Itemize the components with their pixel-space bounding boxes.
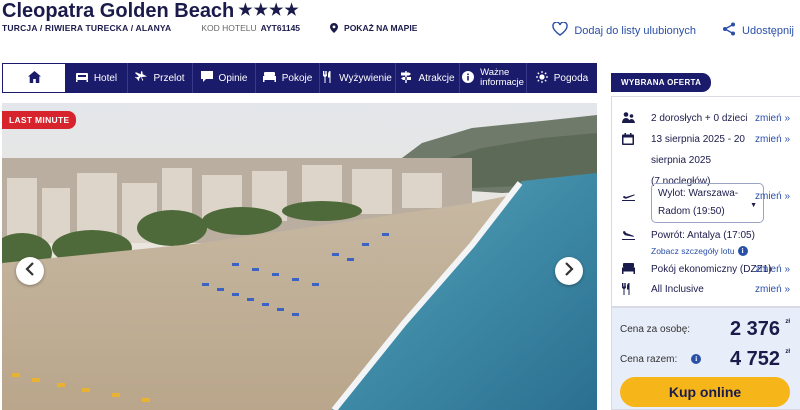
beach-photo-illustration	[2, 103, 597, 410]
chevron-right-icon	[564, 261, 574, 281]
sun-icon	[535, 70, 554, 86]
change-guests-link[interactable]: zmień »	[755, 108, 790, 129]
share-icon	[722, 22, 742, 39]
hotel-meta: TURCJA / RIWIERA TURECKA / ALANYA KOD HO…	[2, 23, 417, 33]
price-total-row: Cena razem: i 4 752 zł	[620, 348, 794, 370]
bed-icon	[622, 263, 635, 276]
calendar-icon	[622, 133, 635, 146]
signpost-icon	[400, 70, 418, 86]
bed-icon	[262, 71, 282, 85]
plane-icon	[135, 71, 153, 85]
cutlery-icon	[622, 283, 635, 296]
change-room-link[interactable]: zmień »	[755, 259, 790, 280]
tab-rooms[interactable]: Pokoje	[256, 63, 320, 93]
chevron-left-icon	[25, 261, 35, 281]
hotel-title: Cleopatra Golden Beach ★★★★	[2, 0, 300, 23]
info-icon	[462, 70, 480, 86]
tab-flight-label: Przelot	[153, 72, 185, 84]
last-minute-badge: LAST MINUTE	[2, 111, 77, 129]
offer-board: All Inclusive	[651, 284, 704, 295]
tab-attractions-label: Atrakcje	[418, 72, 455, 84]
price-total-value: 4 752	[729, 347, 780, 370]
show-on-map-link[interactable]: POKAŻ NA MAPIE	[344, 23, 417, 33]
share-button[interactable]: Udostępnij	[722, 22, 794, 39]
price-per-person-value: 2 376	[729, 317, 780, 340]
tab-board[interactable]: Wyżywienie	[320, 63, 396, 93]
heart-icon	[552, 21, 574, 39]
plane-departure-icon	[622, 190, 635, 203]
tab-important-info-label: Ważne informacje	[480, 67, 524, 88]
change-flight-link[interactable]: zmień »	[755, 186, 790, 207]
change-dates-link[interactable]: zmień »	[755, 129, 790, 150]
offer-room-row: Pokój ekonomiczny (DZZ1) zmień »	[622, 259, 792, 280]
offer-board-row: All Inclusive zmień »	[622, 279, 792, 300]
people-icon	[622, 112, 635, 125]
price-per-person-row: Cena za osobę: 2 376 zł	[620, 318, 794, 340]
add-to-favorites-label: Dodaj do listy ulubionych	[574, 24, 697, 37]
price-summary: Cena za osobę: 2 376 zł Cena razem: i 4 …	[611, 307, 800, 410]
info-icon[interactable]: i	[691, 354, 702, 364]
departure-line2: Radom (19:50)	[658, 206, 725, 217]
gallery-prev-button[interactable]	[16, 257, 44, 285]
hotel-photo	[2, 103, 597, 410]
price-total-label: Cena razem: i	[620, 354, 702, 365]
offer-room: Pokój ekonomiczny (DZZ1)	[651, 264, 772, 275]
hotel-code-value: AYT61145	[260, 23, 301, 33]
plane-arrival-icon	[622, 229, 635, 242]
change-board-link[interactable]: zmień »	[755, 279, 790, 300]
tab-important-info[interactable]: Ważne informacje	[460, 63, 527, 93]
tab-home[interactable]	[2, 63, 66, 93]
tab-reviews[interactable]: Opinie	[193, 63, 256, 93]
bed-icon	[75, 72, 94, 85]
selected-offer-heading: WYBRANA OFERTA	[611, 73, 712, 92]
buy-online-button[interactable]: Kup online	[620, 377, 790, 407]
tab-board-label: Wyżywienie	[339, 72, 392, 84]
tab-hotel[interactable]: Hotel	[66, 63, 128, 93]
offer-details-panel: 2 dorosłych + 0 dzieci zmień » 13 sierpn…	[611, 96, 800, 307]
hotel-code-label: KOD HOTELU	[201, 23, 257, 33]
offer-dates-line2: sierpnia 2025	[651, 155, 712, 166]
price-per-person-label: Cena za osobę:	[620, 323, 691, 335]
speech-bubble-icon	[200, 71, 219, 85]
tab-hotel-label: Hotel	[93, 72, 118, 84]
flight-details-link[interactable]: Zobacz szczegóły lotu i	[651, 246, 748, 256]
header-actions: Dodaj do listy ulubionych Udostępnij	[552, 21, 794, 39]
offer-guests-row: 2 dorosłych + 0 dzieci zmień »	[622, 108, 792, 129]
hotel-nav-bar: Hotel Przelot Opinie Pokoje Wyżywienie A…	[2, 63, 597, 93]
cutlery-icon	[323, 70, 339, 86]
hotel-name: Cleopatra Golden Beach	[2, 0, 235, 22]
tab-attractions[interactable]: Atrakcje	[396, 63, 460, 93]
home-icon	[27, 70, 41, 86]
offer-dates-line1: 13 sierpnia 2025 - 20	[651, 134, 745, 145]
departure-line1: Wylot: Warszawa-	[658, 188, 739, 199]
offer-return: Powrót: Antalya (17:05)	[651, 230, 755, 241]
share-label: Udostępnij	[742, 24, 794, 37]
info-icon: i	[737, 246, 748, 256]
tab-reviews-label: Opinie	[218, 72, 248, 84]
add-to-favorites-button[interactable]: Dodaj do listy ulubionych	[552, 21, 697, 39]
map-pin-icon	[330, 23, 339, 33]
tab-rooms-label: Pokoje	[281, 72, 313, 84]
price-total-currency: zł	[785, 349, 790, 355]
gallery-next-button[interactable]	[555, 257, 583, 285]
offer-return-row: Powrót: Antalya (17:05) Zobacz szczegóły…	[622, 225, 792, 259]
star-rating: ★★★★	[238, 2, 300, 19]
tab-weather-label: Pogoda	[553, 72, 589, 84]
departure-select[interactable]: Wylot: Warszawa- Radom (19:50) ▼	[651, 183, 764, 223]
offer-guests: 2 dorosłych + 0 dzieci	[651, 113, 748, 124]
price-per-person-currency: zł	[785, 319, 790, 325]
breadcrumb-location[interactable]: TURCJA / RIWIERA TURECKA / ALANYA	[2, 23, 171, 33]
tab-flight[interactable]: Przelot	[128, 63, 193, 93]
tab-weather[interactable]: Pogoda	[527, 63, 597, 93]
offer-departure-row: Wylot: Warszawa- Radom (19:50) ▼ zmień »	[622, 183, 792, 228]
